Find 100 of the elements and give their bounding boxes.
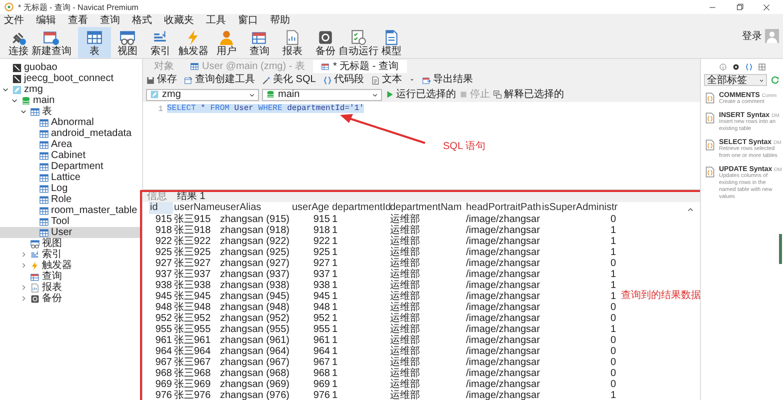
tree-item[interactable]: room_master_table	[0, 205, 142, 216]
table-cell-text: 1	[331, 291, 339, 302]
table-icon	[39, 184, 49, 194]
tree-item[interactable]: Role	[0, 194, 142, 205]
run-button[interactable]: 解释已选择的	[493, 88, 564, 100]
column-header[interactable]: userName	[173, 202, 219, 214]
toolbar-button[interactable]: 触发器	[177, 27, 210, 58]
chevron-right-icon[interactable]	[20, 251, 27, 258]
close-icon[interactable]	[762, 2, 771, 12]
scrollbar-thumb[interactable]	[779, 234, 782, 264]
menu-item[interactable]: 格式	[132, 14, 152, 26]
toolbar-button[interactable]: 表	[78, 27, 111, 58]
table-cell-text: 张三968	[173, 368, 212, 379]
filter-dropdown[interactable]: 全部标签	[704, 74, 767, 86]
column-header[interactable]: userAlias	[219, 202, 291, 214]
settings-icon[interactable]	[732, 63, 740, 71]
table-cell-text: 1	[331, 258, 339, 269]
tree-item[interactable]: Department	[0, 161, 142, 172]
tree-item[interactable]: Log	[0, 183, 142, 194]
tree-item[interactable]: 备份	[0, 293, 142, 304]
menu-item[interactable]: 查询	[100, 14, 120, 26]
toolbar-button[interactable]: 报表	[276, 27, 309, 58]
toolbar-button[interactable]: 导出结果	[422, 74, 473, 86]
table-cell-text: 运维部	[389, 368, 421, 379]
braces-icon[interactable]	[744, 63, 752, 71]
tree-item[interactable]: Cabinet	[0, 150, 142, 161]
table-cell-text: 运维部	[389, 302, 421, 313]
toolbar-button[interactable]: 文本	[370, 74, 402, 86]
toolbar-button[interactable]: 用户	[210, 27, 243, 58]
table-cell-text: 968	[154, 368, 173, 379]
server-icon	[12, 62, 22, 72]
chevron-right-icon[interactable]	[20, 295, 27, 302]
refresh-icon[interactable]	[770, 75, 780, 85]
table-cell-text: 976	[154, 390, 173, 400]
menu-item[interactable]: 收藏夹	[164, 14, 194, 26]
table-cell-text: 运维部	[389, 214, 421, 225]
table-cell-text: 1	[331, 324, 339, 335]
tree-item[interactable]: User	[0, 227, 142, 238]
column-header[interactable]: isSuperAdministr	[541, 202, 617, 214]
table-cell-text: 952	[154, 313, 173, 324]
tree-item[interactable]: 查询	[0, 271, 142, 282]
tree-item[interactable]: Lattice	[0, 172, 142, 183]
column-header[interactable]: id	[149, 202, 173, 214]
dropdown[interactable]: zmg	[146, 88, 259, 100]
column-header[interactable]: departmentNam	[389, 202, 465, 214]
menu-item[interactable]: 工具	[206, 14, 226, 26]
tree-item[interactable]: Tool	[0, 216, 142, 227]
tab[interactable]: * 无标题 - 查询	[312, 60, 406, 73]
chevron-up-icon[interactable]	[687, 206, 694, 213]
chevron-down-icon	[372, 92, 378, 98]
restore-icon[interactable]	[735, 2, 744, 12]
tree-item[interactable]: Area	[0, 139, 142, 150]
login-link[interactable]: 登录	[742, 29, 762, 43]
menu-item[interactable]: 文件	[4, 14, 24, 26]
table-cell-text: zhangsan (927)	[219, 258, 290, 269]
tree-item[interactable]: guobao	[0, 62, 142, 73]
menu-item[interactable]: 编辑	[36, 14, 56, 26]
toolbar-button[interactable]: 视图	[111, 27, 144, 58]
table-cell-text: 918	[154, 225, 173, 236]
menu-item[interactable]: 查看	[68, 14, 88, 26]
new-table-icon	[43, 28, 60, 46]
column-header[interactable]: departmentId	[331, 202, 389, 214]
table-cell-text: 918	[312, 225, 331, 236]
column-header[interactable]: userAge	[291, 202, 331, 214]
menu-item[interactable]: 帮助	[270, 14, 290, 26]
chevron-down-icon[interactable]	[20, 108, 27, 115]
tree-item[interactable]: 表	[0, 106, 142, 117]
toolbar-button[interactable]: 美化 SQL	[262, 74, 316, 86]
column-header[interactable]: headPortraitPath	[465, 202, 541, 214]
menu-item[interactable]: 窗口	[238, 14, 258, 26]
chevron-right-icon[interactable]	[20, 284, 27, 291]
table-cell-text: 1	[609, 324, 617, 335]
table-icon	[39, 206, 49, 216]
tree-item[interactable]: zmg	[0, 84, 142, 95]
tree-item[interactable]: 触发器	[0, 260, 142, 271]
dropdown[interactable]: main	[262, 88, 382, 100]
table-icon	[39, 140, 49, 150]
table-cell-text: 937	[154, 269, 173, 280]
table-cell-text: zhangsan (961)	[219, 335, 290, 346]
tree-item[interactable]: jeecg_boot_connect	[0, 73, 142, 84]
table-cell-text: 1	[331, 247, 339, 258]
chevron-down-icon[interactable]	[2, 86, 9, 93]
chevron-down-icon[interactable]	[11, 97, 18, 104]
tree-item[interactable]: Abnormal	[0, 117, 142, 128]
toolbar-button[interactable]: 索引	[144, 27, 177, 58]
tree-item[interactable]: 报表	[0, 282, 142, 293]
run-button[interactable]: 运行已选择的	[385, 88, 456, 100]
table-cell-text: zhangsan (964)	[219, 346, 290, 357]
toolbar-button[interactable]: 查询创建工具	[184, 74, 255, 86]
tree-item[interactable]: main	[0, 95, 142, 106]
toolbar-button[interactable]: 代码段	[322, 74, 364, 86]
table-cell: /image/zhangsar	[465, 313, 541, 324]
tree-item[interactable]: 索引	[0, 249, 142, 260]
toolbar-button[interactable]: 查询	[243, 27, 276, 58]
toolbar-button[interactable]: 保存	[146, 74, 177, 86]
chevron-right-icon[interactable]	[20, 262, 27, 269]
grid-icon[interactable]	[758, 63, 766, 71]
info-icon[interactable]	[718, 63, 726, 71]
tree-item[interactable]: 视图	[0, 238, 142, 249]
tree-item[interactable]: android_metadata	[0, 128, 142, 139]
